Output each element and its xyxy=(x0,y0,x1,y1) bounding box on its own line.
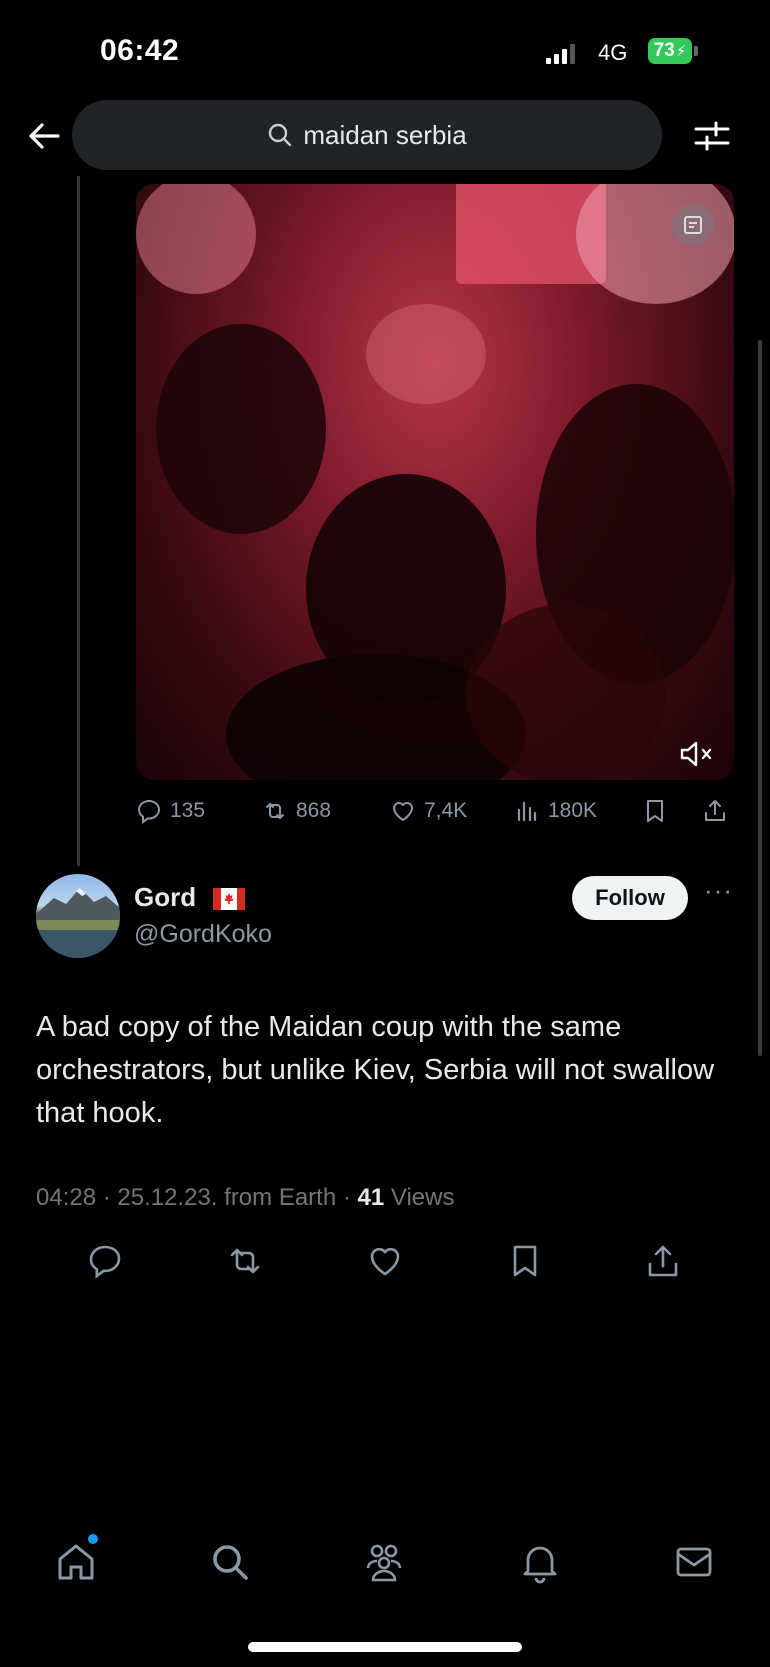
bell-icon[interactable] xyxy=(518,1540,562,1584)
avatar[interactable] xyxy=(36,874,120,958)
media-badge-icon[interactable] xyxy=(672,204,714,246)
home-indicator[interactable] xyxy=(248,1642,522,1652)
search-icon xyxy=(269,123,292,147)
arrow-left-icon[interactable] xyxy=(24,116,64,156)
notification-dot xyxy=(88,1534,98,1544)
reply-count: 135 xyxy=(170,799,206,822)
scrollbar[interactable] xyxy=(758,340,762,1056)
search-icon[interactable] xyxy=(208,1540,252,1584)
video-thumbnail[interactable] xyxy=(136,184,734,780)
search-query: maidan serbia xyxy=(303,119,467,150)
retweet-button[interactable]: 868 xyxy=(262,798,331,824)
bar-chart-icon xyxy=(517,801,537,822)
author-handle[interactable]: @GordKoko xyxy=(134,920,272,949)
heart-icon[interactable] xyxy=(366,1242,404,1280)
thread-line xyxy=(77,176,80,866)
share-icon[interactable] xyxy=(644,1242,682,1280)
author-name[interactable]: Gord xyxy=(134,882,196,913)
reply-button[interactable]: 135 xyxy=(136,798,205,824)
canada-flag-icon xyxy=(213,888,245,910)
share-icon xyxy=(705,800,725,821)
views-count: 180K xyxy=(548,799,598,822)
sliders-icon[interactable] xyxy=(692,116,732,156)
tweet-meta: 04:28 · 25.12.23. from Earth · 41 Views xyxy=(36,1184,454,1212)
share-button[interactable] xyxy=(702,798,728,824)
heart-icon xyxy=(393,802,413,821)
battery-level: 73 xyxy=(653,40,675,61)
search-input[interactable]: maidan serbia xyxy=(72,100,662,170)
signal-icon xyxy=(546,44,575,64)
like-button[interactable]: 7,4K xyxy=(390,798,467,824)
home-icon[interactable] xyxy=(54,1540,98,1584)
status-time: 06:42 xyxy=(100,34,180,67)
battery-nub xyxy=(694,46,698,56)
tweet-text: A bad copy of the Maidan coup with the s… xyxy=(36,1011,715,1129)
bookmark-icon xyxy=(647,800,663,822)
tweet-views-count: 41 xyxy=(357,1184,385,1211)
battery-icon: 73 ⚡ xyxy=(648,38,692,64)
mute-icon[interactable] xyxy=(676,736,716,772)
communities-icon[interactable] xyxy=(362,1540,406,1584)
views-button[interactable]: 180K xyxy=(514,798,597,824)
reply-icon[interactable] xyxy=(86,1242,124,1280)
bookmark-icon[interactable] xyxy=(506,1242,544,1280)
follow-button[interactable]: Follow xyxy=(572,876,688,920)
more-options-icon[interactable]: ··· xyxy=(704,877,734,904)
retweet-icon[interactable] xyxy=(226,1242,264,1280)
bookmark-button[interactable] xyxy=(642,798,668,824)
mail-icon[interactable] xyxy=(672,1540,716,1584)
retweet-count: 868 xyxy=(296,799,332,822)
network-type: 4G xyxy=(598,40,628,65)
tweet-views-label: Views xyxy=(384,1184,455,1211)
reply-icon xyxy=(137,799,161,824)
retweet-icon xyxy=(266,803,284,819)
like-count: 7,4K xyxy=(424,799,468,822)
tweet-timestamp: 04:28 · 25.12.23. from Earth · xyxy=(36,1184,358,1211)
